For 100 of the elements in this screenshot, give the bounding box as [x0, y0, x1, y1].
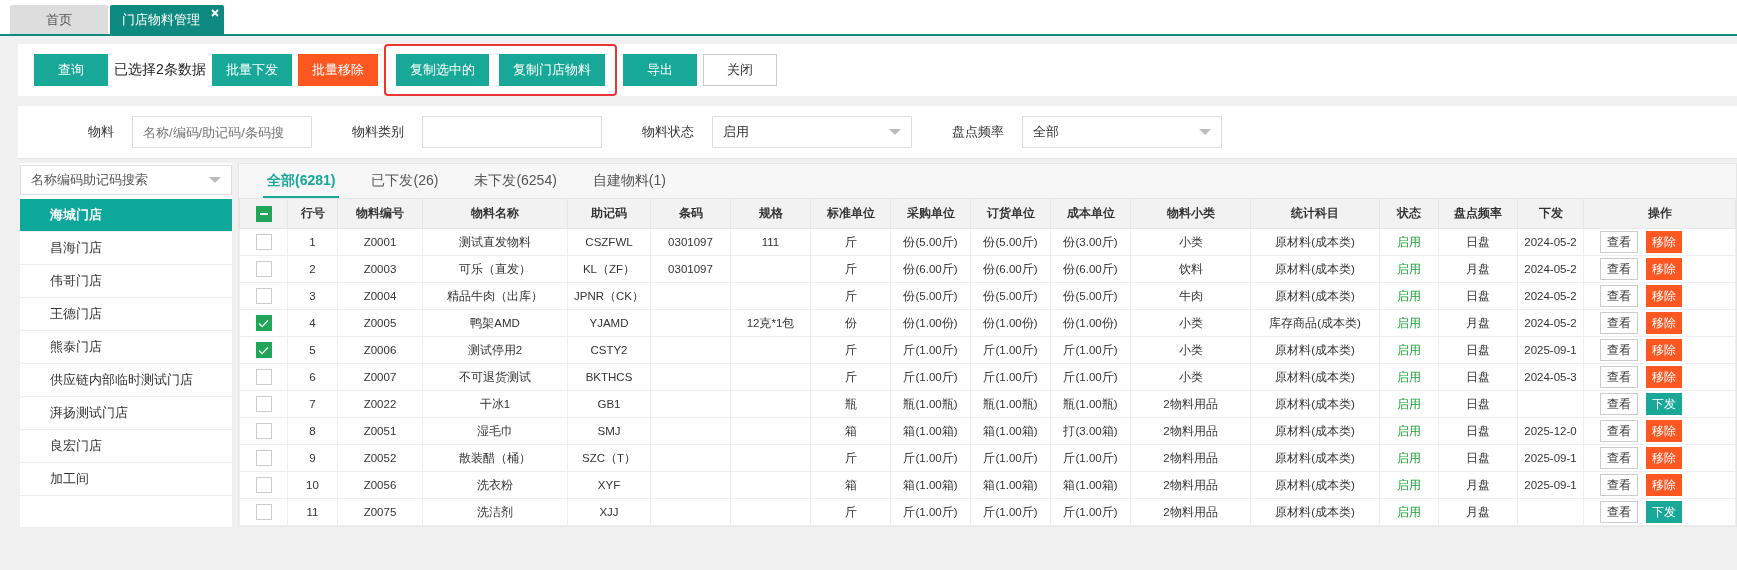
column-header: 物料编号 — [337, 198, 423, 229]
store-item[interactable]: 加工间 — [20, 463, 232, 496]
row-checkbox[interactable] — [255, 261, 272, 277]
account-cell: 原材料(成本类) — [1250, 363, 1380, 391]
unit-cell: 斤 — [810, 255, 891, 283]
row-action-button[interactable]: 查看 — [1600, 501, 1638, 523]
account-cell: 原材料(成本类) — [1250, 444, 1380, 472]
row-action-button[interactable]: 查看 — [1600, 339, 1638, 361]
unit-cell: 瓶(1.00瓶) — [890, 390, 971, 418]
store-search-select[interactable]: 名称编码助记码搜索 — [20, 165, 232, 195]
date-cell: 2024-05-2 — [1517, 255, 1584, 283]
row-action-button[interactable]: 查看 — [1600, 366, 1638, 388]
row-checkbox[interactable] — [255, 288, 272, 304]
row-action-button[interactable]: 查看 — [1600, 231, 1638, 253]
column-header: 采购单位 — [890, 198, 971, 229]
row-action-button[interactable]: 查看 — [1600, 447, 1638, 469]
filter-input[interactable]: 名称/编码/助记码/条码搜 — [132, 116, 312, 148]
column-header: 状态 — [1379, 198, 1439, 229]
column-header: 成本单位 — [1050, 198, 1131, 229]
frequency-cell: 日盘 — [1438, 390, 1518, 418]
name-cell: 可乐（直发） — [422, 255, 568, 283]
status-cell: 启用 — [1379, 417, 1439, 445]
toolbar-button[interactable]: 关闭 — [702, 54, 777, 86]
row-number-cell: 4 — [287, 309, 338, 337]
mnemonic-cell: CSZFWL — [567, 228, 651, 256]
barcode-cell: 0301097 — [650, 228, 731, 256]
code-cell: Z0075 — [337, 498, 423, 526]
column-header: 物料小类 — [1130, 198, 1251, 229]
code-cell: Z0051 — [337, 417, 423, 445]
unit-cell: 瓶 — [810, 390, 891, 418]
store-item[interactable]: 良宏门店 — [20, 430, 232, 463]
store-item[interactable]: 供应链内部临时测试门店 — [20, 364, 232, 397]
unit-cell: 份(5.00斤) — [890, 282, 971, 310]
store-item[interactable]: 昌海门店 — [20, 232, 232, 265]
barcode-cell: 0301097 — [650, 255, 731, 283]
row-checkbox[interactable] — [255, 396, 272, 412]
date-cell: 2025-09-1 — [1517, 471, 1584, 499]
filter-tab[interactable]: 自建物料(1) — [588, 172, 670, 198]
code-cell: Z0022 — [337, 390, 423, 418]
row-number-cell: 2 — [287, 255, 338, 283]
column-header: 盘点频率 — [1438, 198, 1518, 229]
name-cell: 干冰1 — [422, 390, 568, 418]
row-checkbox[interactable] — [255, 342, 272, 358]
account-cell: 库存商品(成本类) — [1250, 309, 1380, 337]
filter-select[interactable]: 全部 — [1022, 116, 1222, 148]
select-all-checkbox[interactable] — [255, 205, 272, 222]
code-cell: Z0052 — [337, 444, 423, 472]
row-action-button[interactable]: 查看 — [1600, 420, 1638, 442]
filter-label: 物料状态 — [642, 123, 694, 141]
mnemonic-cell: XJJ — [567, 498, 651, 526]
frequency-cell: 日盘 — [1438, 336, 1518, 364]
row-action-button[interactable]: 查看 — [1600, 312, 1638, 334]
row-checkbox[interactable] — [255, 423, 272, 439]
unit-cell: 斤 — [810, 363, 891, 391]
page-tab[interactable]: 门店物料管理 — [110, 5, 224, 34]
name-cell: 不可退货测试 — [422, 363, 568, 391]
row-action-button[interactable]: 查看 — [1600, 393, 1638, 415]
mnemonic-cell: BKTHCS — [567, 363, 651, 391]
row-checkbox[interactable] — [255, 504, 272, 520]
status-cell: 启用 — [1379, 363, 1439, 391]
unit-cell: 斤(1.00斤) — [1050, 363, 1131, 391]
store-item[interactable]: 熊泰门店 — [20, 331, 232, 364]
account-cell: 原材料(成本类) — [1250, 498, 1380, 526]
unit-cell: 斤(1.00斤) — [970, 444, 1051, 472]
filter-label: 盘点频率 — [952, 123, 1004, 141]
row-checkbox[interactable] — [255, 477, 272, 493]
row-action-button[interactable]: 查看 — [1600, 285, 1638, 307]
column-header: 规格 — [730, 198, 811, 229]
row-number-cell: 11 — [287, 498, 338, 526]
column-header: 操作 — [1583, 198, 1736, 229]
status-cell: 启用 — [1379, 228, 1439, 256]
code-cell: Z0056 — [337, 471, 423, 499]
row-action-button[interactable]: 查看 — [1600, 258, 1638, 280]
row-checkbox[interactable] — [255, 450, 272, 466]
caret-icon — [209, 177, 221, 183]
unit-cell: 箱 — [810, 417, 891, 445]
filter-input[interactable] — [422, 116, 602, 148]
row-checkbox[interactable] — [255, 369, 272, 385]
unit-cell: 份(1.00份) — [970, 309, 1051, 337]
page-tab[interactable]: 首页 — [10, 5, 108, 34]
code-cell: Z0006 — [337, 336, 423, 364]
row-number-cell: 10 — [287, 471, 338, 499]
unit-cell: 斤(1.00斤) — [1050, 444, 1131, 472]
category-cell: 饮料 — [1130, 255, 1251, 283]
row-checkbox[interactable] — [255, 234, 272, 250]
filter-label: 物料类别 — [352, 123, 404, 141]
close-icon[interactable] — [211, 9, 219, 17]
unit-cell: 箱 — [810, 471, 891, 499]
row-checkbox[interactable] — [255, 315, 272, 331]
filter-tab[interactable]: 已下发(26) — [367, 172, 443, 198]
row-action-button[interactable]: 查看 — [1600, 474, 1638, 496]
frequency-cell: 日盘 — [1438, 282, 1518, 310]
store-item[interactable]: 王德门店 — [20, 298, 232, 331]
filter-select[interactable]: 启用 — [712, 116, 912, 148]
filter-tab[interactable]: 未下发(6254) — [470, 172, 561, 198]
category-cell: 2物料用品 — [1130, 417, 1251, 445]
mnemonic-cell: SZC（T） — [567, 444, 651, 472]
store-item[interactable]: 湃扬测试门店 — [20, 397, 232, 430]
unit-cell: 份(6.00斤) — [1050, 255, 1131, 283]
store-item[interactable]: 伟哥门店 — [20, 265, 232, 298]
